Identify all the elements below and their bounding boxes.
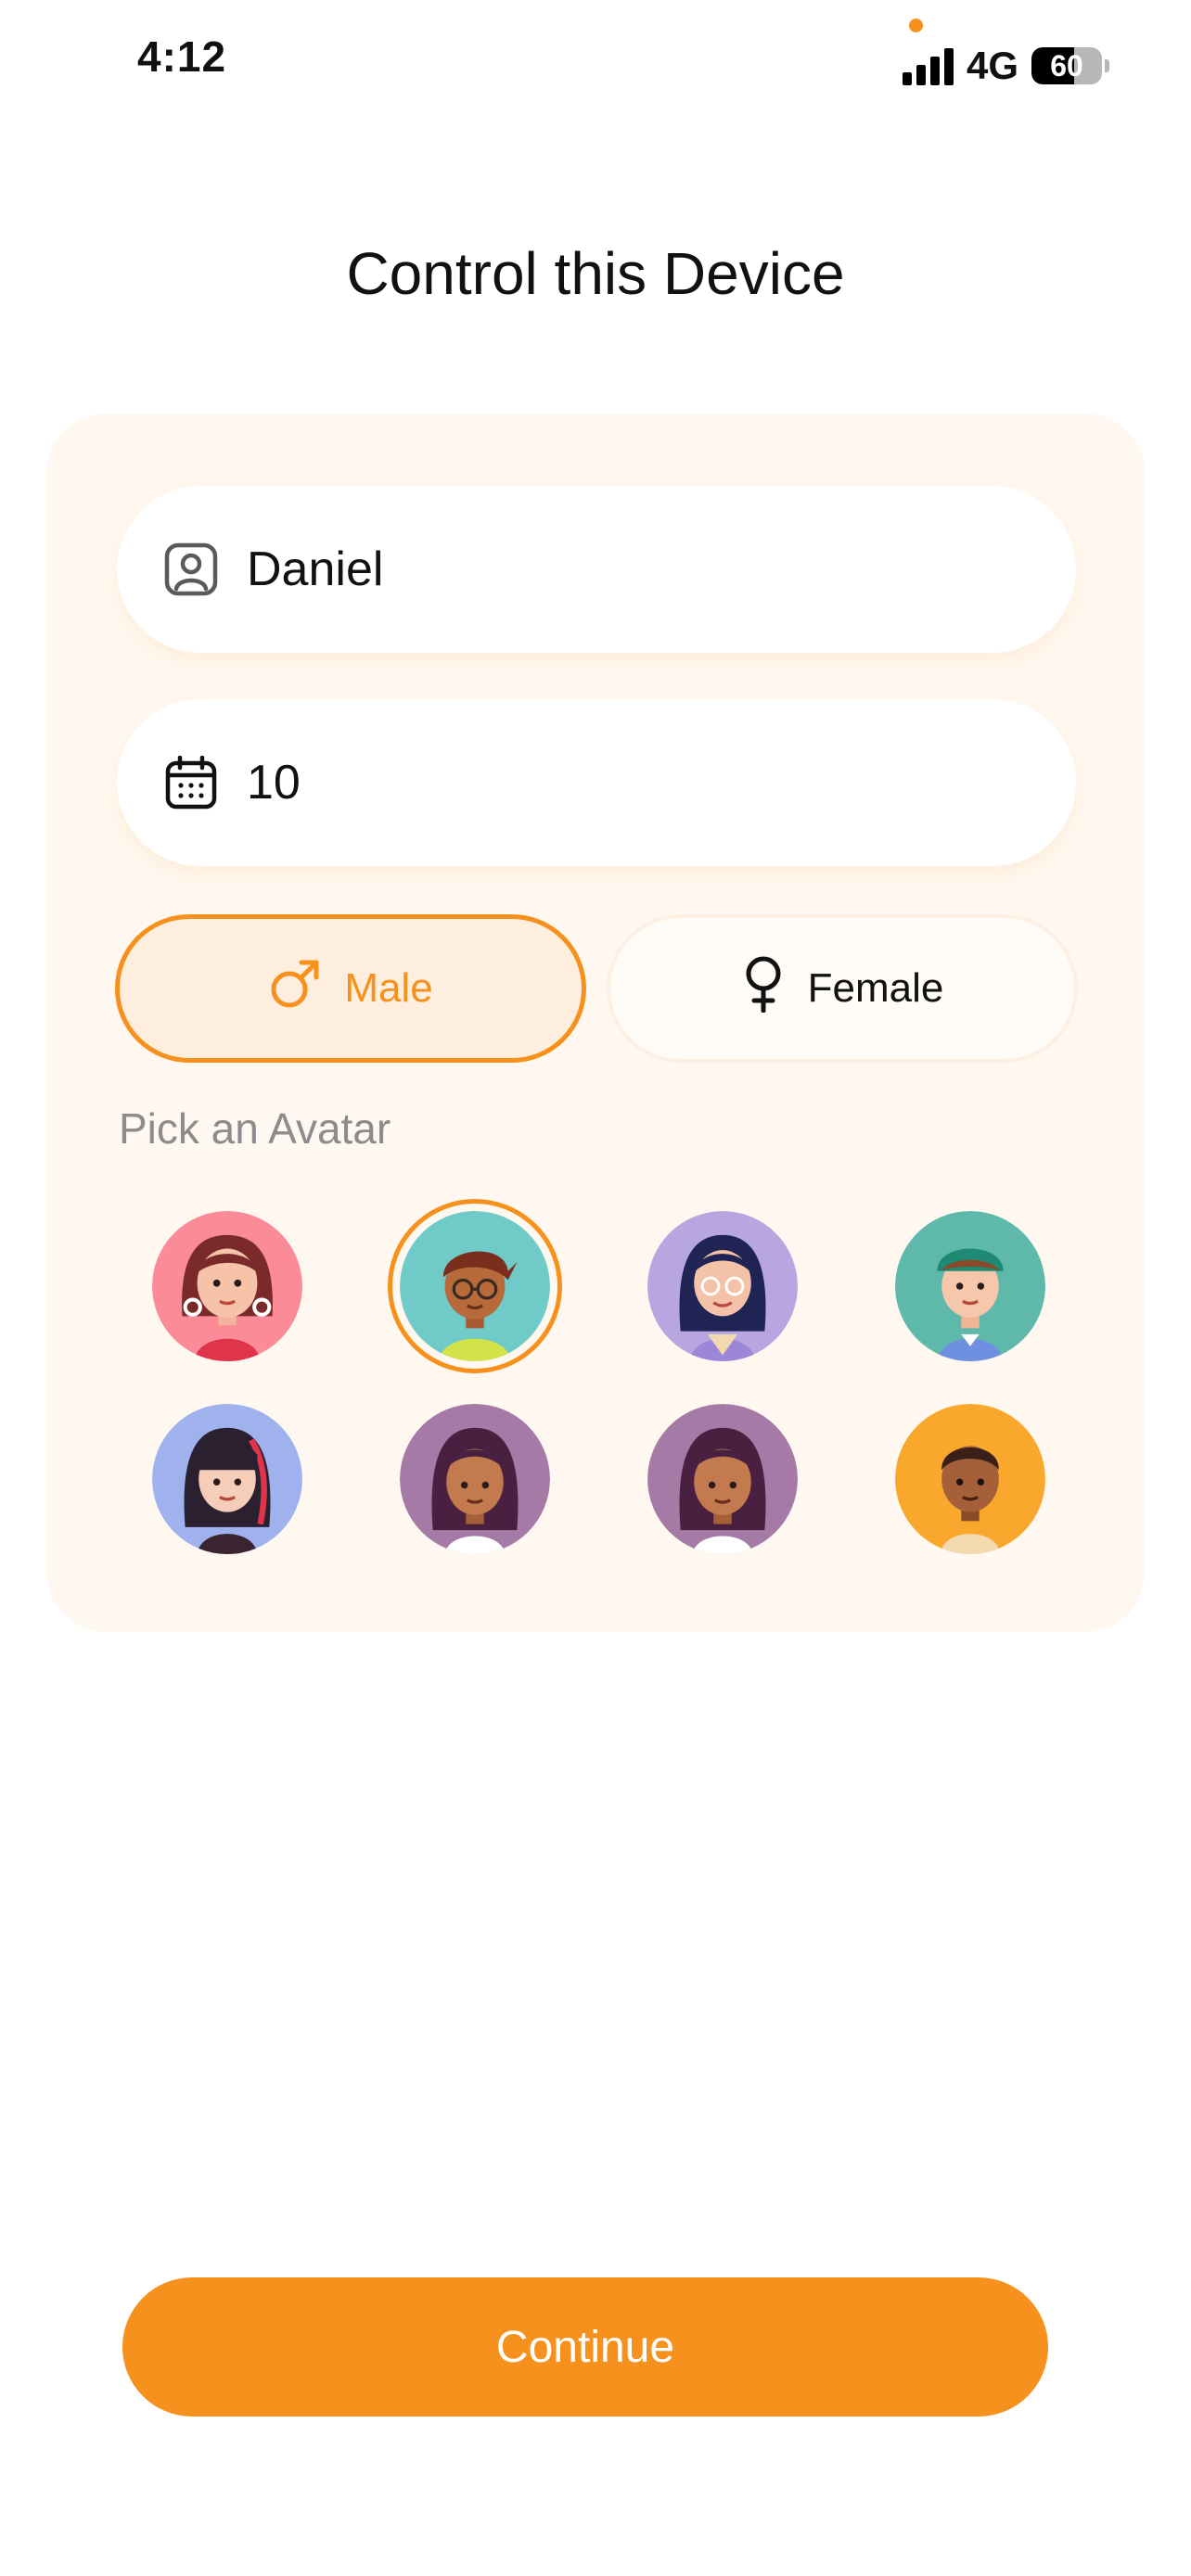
avatar-option-6[interactable] [400,1404,550,1554]
avatar-option-2[interactable] [400,1211,550,1361]
name-value: Daniel [247,542,384,596]
page-title: Control this Device [346,240,845,307]
female-button[interactable]: Female [607,914,1078,1063]
avatar-option-4[interactable] [895,1211,1045,1361]
avatar-option-7[interactable] [647,1404,798,1554]
male-label: Male [344,965,433,1011]
female-label: Female [807,965,944,1011]
avatar-option-1[interactable] [152,1211,302,1361]
avatar-option-8[interactable] [895,1404,1045,1554]
status-bar: 4:12 4G 60 [0,0,1191,121]
privacy-indicator-dot [909,19,923,32]
calendar-icon [163,755,219,810]
profile-card: Daniel 10 Male Female Pick an Avatar [46,414,1145,1632]
status-time: 4:12 [137,32,227,81]
battery-tip [1105,59,1110,72]
cellular-signal-icon [903,46,954,85]
male-symbol-icon [268,957,322,1021]
continue-button[interactable]: Continue [122,2277,1048,2417]
male-button[interactable]: Male [115,914,586,1063]
avatar-option-5[interactable] [152,1404,302,1554]
user-square-icon [163,542,219,597]
name-field[interactable]: Daniel [117,486,1076,653]
status-indicators: 4G 60 [903,44,1110,87]
battery-percent: 60 [1050,48,1083,83]
age-value: 10 [247,756,301,810]
battery-icon: 60 [1031,47,1103,84]
avatar-section-label: Pick an Avatar [119,1104,391,1153]
age-field[interactable]: 10 [117,699,1076,866]
female-symbol-icon [741,955,786,1023]
network-type: 4G [967,44,1019,87]
avatar-option-3[interactable] [647,1211,798,1361]
